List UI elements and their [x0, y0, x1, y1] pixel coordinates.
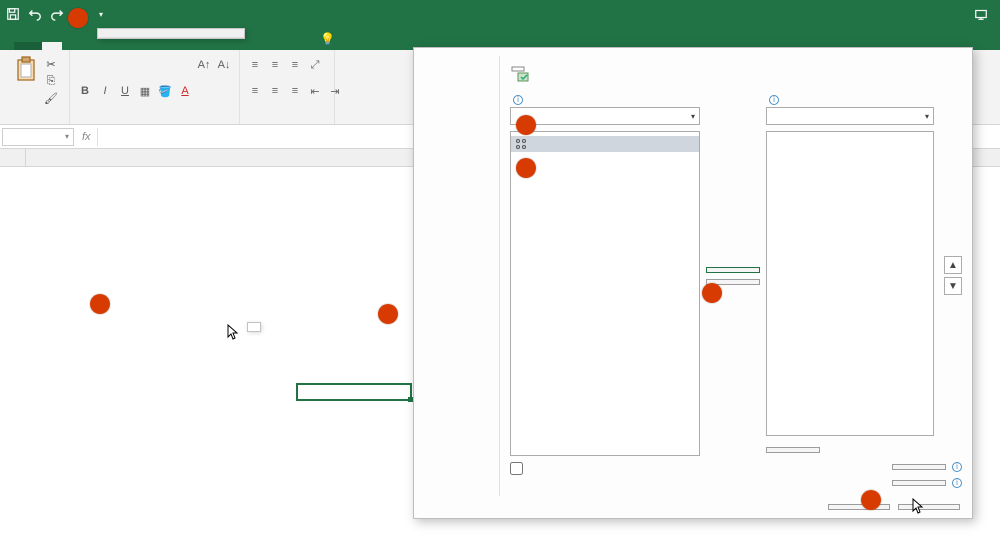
tell-me-search[interactable]: 💡	[310, 28, 351, 50]
current-qat-list[interactable]	[766, 131, 934, 436]
macro-icon	[515, 138, 527, 150]
chevron-down-icon: ▾	[925, 112, 929, 121]
clipboard-icon	[14, 56, 38, 84]
chevron-down-icon[interactable]: ▾	[65, 132, 69, 141]
modify-button[interactable]	[766, 447, 820, 453]
align-middle-button[interactable]: ≡	[266, 56, 284, 74]
grow-font-button[interactable]: A↑	[195, 56, 213, 74]
align-top-button[interactable]: ≡	[246, 56, 264, 74]
align-right-button[interactable]: ≡	[286, 82, 304, 100]
cancel-button[interactable]	[898, 504, 960, 510]
cut-button[interactable]: ✂	[42, 56, 63, 72]
paintbrush-icon: 🖌	[44, 91, 58, 105]
callout-4	[516, 115, 536, 135]
bold-button[interactable]: B	[76, 82, 94, 100]
excel-options-dialog: i ▾ i ▾	[413, 47, 973, 519]
align-left-button[interactable]: ≡	[246, 82, 264, 100]
qat-heading-icon	[510, 64, 530, 87]
quick-access-toolbar: ▾	[6, 7, 108, 21]
callout-1	[68, 8, 88, 28]
active-cell-outline	[296, 383, 412, 401]
info-icon[interactable]: i	[769, 95, 779, 105]
info-icon[interactable]: i	[952, 478, 962, 488]
qat-customize-dropdown[interactable]: ▾	[94, 7, 108, 21]
copy-icon: ⎘	[44, 74, 58, 88]
tab-home[interactable]	[42, 42, 62, 50]
info-icon[interactable]: i	[513, 95, 523, 105]
chevron-down-icon: ▾	[691, 112, 695, 121]
copy-button[interactable]: ⎘	[42, 73, 63, 89]
ok-button[interactable]	[828, 504, 890, 510]
fx-button[interactable]: fx	[82, 131, 91, 143]
available-commands-list[interactable]	[510, 131, 700, 456]
name-box[interactable]: ▾	[2, 128, 74, 146]
qat-menu-header	[98, 29, 244, 38]
tab-data[interactable]	[230, 42, 250, 50]
callout-7	[861, 490, 881, 510]
show-below-ribbon-checkbox[interactable]	[510, 462, 523, 475]
choose-commands-combo[interactable]: ▾	[510, 107, 700, 125]
move-down-button[interactable]: ▼	[944, 277, 962, 295]
group-label-font	[76, 120, 233, 124]
reset-button[interactable]	[892, 464, 946, 470]
shrink-font-button[interactable]: A↓	[215, 56, 233, 74]
paste-button[interactable]	[14, 56, 38, 106]
info-icon[interactable]: i	[952, 462, 962, 472]
tab-review[interactable]	[250, 42, 270, 50]
tab-formulas[interactable]	[210, 42, 230, 50]
move-up-button[interactable]: ▲	[944, 256, 962, 274]
redo-icon[interactable]	[50, 7, 64, 21]
orient-button[interactable]: ⤢	[306, 56, 324, 74]
tab-help[interactable]	[290, 42, 310, 50]
indent-increase-button[interactable]: ⇥	[326, 82, 344, 100]
tab-file[interactable]	[14, 42, 42, 50]
format-painter-button[interactable]: 🖌	[42, 90, 63, 106]
callout-5	[516, 158, 536, 178]
callout-2	[90, 294, 110, 314]
fill-color-button[interactable]: 🪣	[156, 82, 174, 100]
tab-view[interactable]	[270, 42, 290, 50]
title-bar: ▾	[0, 0, 1000, 28]
select-all-corner[interactable]	[0, 149, 26, 166]
qat-customize-menu	[97, 28, 245, 39]
group-label-alignment	[246, 120, 328, 124]
undo-icon[interactable]	[28, 7, 42, 21]
import-export-button[interactable]	[892, 480, 946, 486]
group-label-clipboard	[14, 120, 63, 124]
dialog-titlebar	[414, 48, 972, 56]
list-item[interactable]	[511, 136, 699, 152]
indent-decrease-button[interactable]: ⇤	[306, 82, 324, 100]
align-center-button[interactable]: ≡	[266, 82, 284, 100]
customize-scope-combo[interactable]: ▾	[766, 107, 934, 125]
tooltip	[247, 322, 261, 332]
save-icon[interactable]	[6, 7, 20, 21]
callout-6	[702, 283, 722, 303]
dialog-nav	[414, 56, 500, 496]
add-button[interactable]	[706, 267, 760, 273]
font-color-button[interactable]: A	[176, 82, 194, 100]
scissors-icon: ✂	[44, 57, 58, 71]
underline-button[interactable]: U	[116, 82, 134, 100]
border-button[interactable]: ▦	[136, 82, 154, 100]
italic-button[interactable]: I	[96, 82, 114, 100]
callout-3	[378, 304, 398, 324]
display-options-icon[interactable]	[974, 7, 988, 21]
cursor-icon	[912, 498, 924, 516]
cursor-icon	[227, 324, 239, 342]
align-bottom-button[interactable]: ≡	[286, 56, 304, 74]
lightbulb-icon: 💡	[320, 32, 335, 46]
